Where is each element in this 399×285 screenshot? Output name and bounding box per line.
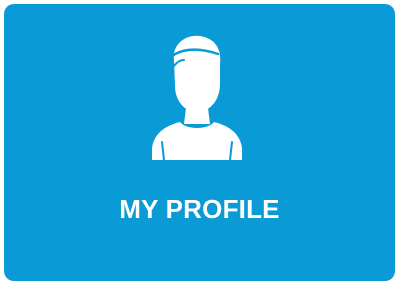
user-icon bbox=[144, 30, 244, 160]
my-profile-tile[interactable]: MY PROFILE bbox=[4, 4, 395, 281]
tile-label: MY PROFILE bbox=[119, 194, 280, 224]
